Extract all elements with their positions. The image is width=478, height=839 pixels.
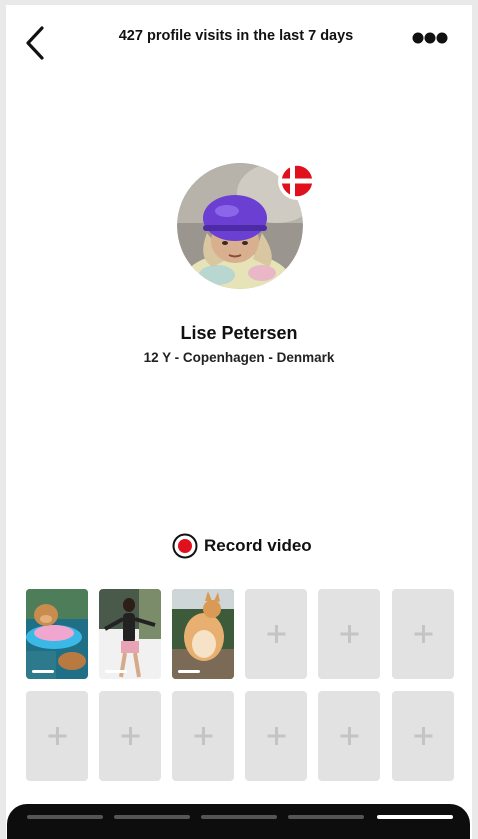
profile-avatar-container <box>177 162 316 289</box>
chevron-left-icon <box>26 26 44 60</box>
profile-name: Lise Petersen <box>180 323 298 343</box>
empty-video-slot[interactable] <box>318 691 380 781</box>
video-duration-bar <box>105 670 127 673</box>
empty-video-slot[interactable] <box>172 691 234 781</box>
video-duration-bar <box>178 670 200 673</box>
empty-video-slot[interactable] <box>245 691 307 781</box>
more-dots-icon <box>412 32 448 44</box>
more-options-button[interactable] <box>406 29 452 47</box>
nav-segment-1[interactable] <box>27 815 103 819</box>
video-tile-girl-dancing[interactable] <box>99 589 161 679</box>
video-duration-bar <box>32 670 54 673</box>
empty-video-slot[interactable] <box>245 589 307 679</box>
profile-details: 12 Y - Copenhagen - Denmark <box>143 350 335 365</box>
corgi-dog-thumbnail <box>172 589 234 679</box>
profile-screen: 427 profile visits in the last 7 days Li… <box>6 5 472 839</box>
record-video-button[interactable]: Record video <box>172 532 312 560</box>
bottom-navigation-bar <box>7 804 470 839</box>
empty-video-slot[interactable] <box>392 691 454 781</box>
denmark-flag-icon <box>278 162 316 200</box>
girl-dancing-thumbnail <box>99 589 161 679</box>
empty-video-slot[interactable] <box>26 691 88 781</box>
plus-icon <box>48 727 67 745</box>
plus-icon <box>414 625 433 643</box>
nav-segment-3[interactable] <box>201 815 277 819</box>
nav-segment-4[interactable] <box>288 815 364 819</box>
profile-visits-title: 427 profile visits in the last 7 days <box>118 28 354 44</box>
plus-icon <box>414 727 433 745</box>
record-video-label: Record video <box>204 536 312 555</box>
plus-icon <box>267 625 286 643</box>
plus-icon <box>340 727 359 745</box>
empty-video-slot[interactable] <box>392 589 454 679</box>
video-tile-dog-in-pool[interactable] <box>26 589 88 679</box>
plus-icon <box>267 727 286 745</box>
dog-in-pool-thumbnail <box>26 589 88 679</box>
empty-video-slot[interactable] <box>318 589 380 679</box>
empty-video-slot[interactable] <box>99 691 161 781</box>
nav-segment-5-active[interactable] <box>377 815 453 819</box>
plus-icon <box>194 727 213 745</box>
video-tile-corgi-dog[interactable] <box>172 589 234 679</box>
plus-icon <box>340 625 359 643</box>
plus-icon <box>121 727 140 745</box>
record-icon <box>172 533 198 559</box>
nav-segment-2[interactable] <box>114 815 190 819</box>
back-button[interactable] <box>20 23 50 63</box>
